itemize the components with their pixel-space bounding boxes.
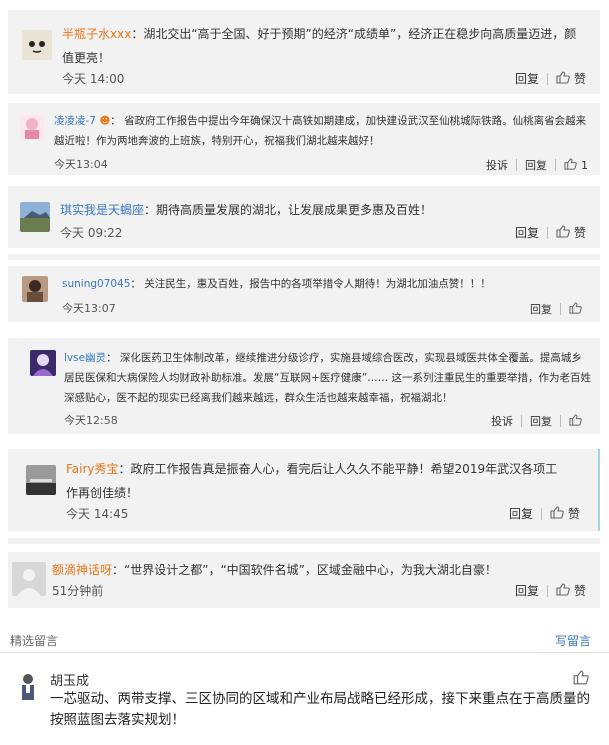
comment-text: 政府工作报告真是振奋人心，看完后让人久久不能平静！希望2019年武汉各项工作再创… xyxy=(66,462,558,500)
comment-time: 今天 09:22 xyxy=(60,226,123,240)
comment-time: 今天 14:00 xyxy=(62,72,125,86)
thumbs-up-icon[interactable] xyxy=(564,157,577,173)
avatar xyxy=(12,562,46,596)
divider xyxy=(560,303,561,315)
report-button[interactable]: 投诉 xyxy=(486,157,508,173)
comment-text: 关注民生，惠及百姓，报告中的各项举措令人期待！为湖北加油点赞！！！ xyxy=(144,278,491,290)
avatar xyxy=(20,202,50,232)
thumbs-up-icon[interactable] xyxy=(550,505,564,522)
report-button[interactable]: 投诉 xyxy=(491,413,513,429)
comment-author[interactable]: 额滴神话呀 xyxy=(52,563,112,577)
divider xyxy=(555,159,556,171)
comment-card: lvse幽灵： 深化医药卫生体制改革，继续推进分级诊疗，实施县域综合医改，实现县… xyxy=(8,338,600,434)
reply-button[interactable]: 回复 xyxy=(525,157,547,173)
avatar xyxy=(20,115,44,139)
comment-author[interactable]: 琪实我是天蝎座 xyxy=(60,203,144,217)
section-title: 精选留言 xyxy=(10,634,59,648)
comment-author[interactable]: suning07045 xyxy=(62,278,130,290)
avatar xyxy=(22,30,52,60)
comment-text: 省政府工作报告中提出今年确保汉十高铁如期建成，加快建设武汉至仙桃城际铁路。仙桃离… xyxy=(54,115,587,147)
comment-time: 51分钟前 xyxy=(52,584,104,598)
comment-card: 额滴神话呀：“世界设计之都”，“中国软件名城”，区域金融中心，为我大湖北自豪！ … xyxy=(8,552,600,608)
thumbs-up-icon[interactable] xyxy=(573,670,589,689)
like-count: 1 xyxy=(581,158,588,172)
comment-card: Fairy秀宝：政府工作报告真是振奋人心，看完后让人久久不能平静！希望2019年… xyxy=(8,449,600,531)
divider xyxy=(546,72,548,85)
comment-time: 今天13:07 xyxy=(62,302,116,315)
comment-author[interactable]: 半瓶子水xxx xyxy=(62,27,131,41)
avatar xyxy=(30,350,56,376)
divider xyxy=(540,507,542,520)
comment-card: suning07045： 关注民生，惠及百姓，报告中的各项举措令人期待！为湖北加… xyxy=(8,266,600,322)
reply-button[interactable]: 回复 xyxy=(530,413,552,429)
like-button[interactable]: 赞 xyxy=(574,70,586,87)
like-button[interactable]: 赞 xyxy=(568,505,580,522)
thumbs-up-icon[interactable] xyxy=(569,413,582,429)
divider xyxy=(0,652,609,653)
divider xyxy=(598,449,600,531)
divider xyxy=(516,159,517,171)
like-button[interactable]: 赞 xyxy=(574,224,586,241)
comment-time: 今天 14:45 xyxy=(66,507,129,521)
thumbs-up-icon[interactable] xyxy=(569,301,582,317)
comment-text: “世界设计之都”，“中国软件名城”，区域金融中心，为我大湖北自豪！ xyxy=(124,563,497,577)
avatar xyxy=(18,672,38,702)
avatar xyxy=(26,465,56,495)
comment-time: 今天13:04 xyxy=(54,158,108,171)
comment-text: 深化医药卫生体制改革，继续推进分级诊疗，实施县域综合医改，实现县域医共体全覆盖。… xyxy=(64,352,592,404)
thumbs-up-icon[interactable] xyxy=(556,70,570,87)
divider xyxy=(8,538,600,544)
comment-card: 凌凌凌-7 ☻： 省政府工作报告中提出今年确保汉十高铁如期建成，加快建设武汉至仙… xyxy=(8,103,600,175)
featured-text: 一芯驱动、两带支撑、三区协同的区域和产业布局战略已经形成，接下来重点在于高质量的… xyxy=(50,691,590,728)
thumbs-up-icon[interactable] xyxy=(556,224,570,241)
thumbs-up-icon[interactable] xyxy=(556,582,570,599)
comment-text: 期待高质量发展的湖北，让发展成果更多惠及百姓！ xyxy=(156,203,433,217)
emoji-icon: ☻ xyxy=(99,115,111,127)
comment-author[interactable]: Fairy秀宝 xyxy=(66,462,119,476)
divider xyxy=(546,584,548,597)
like-button[interactable]: 赞 xyxy=(574,582,586,599)
comment-author[interactable]: 凌凌凌-7 xyxy=(54,115,96,127)
divider xyxy=(546,226,548,239)
featured-author[interactable]: 胡玉成 xyxy=(50,670,89,689)
divider xyxy=(560,415,561,427)
reply-button[interactable]: 回复 xyxy=(515,70,539,87)
reply-button[interactable]: 回复 xyxy=(509,505,533,522)
comment-card: 琪实我是天蝎座：期待高质量发展的湖北，让发展成果更多惠及百姓！ 今天 09:22… xyxy=(8,186,600,248)
reply-button[interactable]: 回复 xyxy=(530,301,552,317)
divider xyxy=(521,415,522,427)
comment-author[interactable]: lvse幽灵 xyxy=(64,352,106,364)
reply-button[interactable]: 回复 xyxy=(515,224,539,241)
avatar xyxy=(22,276,48,302)
divider xyxy=(8,254,600,260)
comment-card: 半瓶子水xxx：湖北交出“高于全国、好于预期”的经济“成绩单”，经济正在稳步向高… xyxy=(8,10,600,94)
write-comment-link[interactable]: 写留言 xyxy=(555,632,591,649)
reply-button[interactable]: 回复 xyxy=(515,582,539,599)
comment-time: 今天12:58 xyxy=(64,414,118,427)
